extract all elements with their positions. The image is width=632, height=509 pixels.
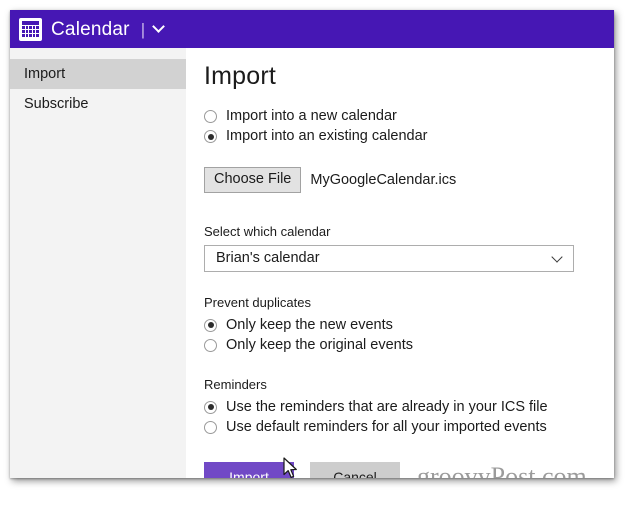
window-body: Import Subscribe Import Import into a ne… [10, 48, 614, 478]
calendar-select-label: Select which calendar [204, 223, 331, 239]
radio-use-default-reminders[interactable]: Use default reminders for all your impor… [204, 418, 614, 437]
chevron-down-icon[interactable] [552, 252, 564, 264]
reminders-label: Reminders [204, 376, 267, 392]
sidebar-item-import[interactable]: Import [10, 59, 186, 89]
radio-label: Use default reminders for all your impor… [226, 418, 547, 435]
app-title: Calendar [51, 18, 130, 40]
calendar-select-group: Select which calendar Brian's calendar [204, 225, 614, 272]
radio-icon-selected[interactable] [204, 130, 217, 143]
watermark: groovyPost.com [417, 461, 587, 478]
radio-label: Only keep the original events [226, 336, 413, 353]
radio-keep-original-events[interactable]: Only keep the original events [204, 336, 614, 355]
calendar-icon-header [22, 21, 39, 25]
radio-label: Import into a new calendar [226, 108, 397, 125]
title-separator: | [140, 19, 146, 39]
main-content: Import Import into a new calendar Import… [186, 48, 614, 478]
calendar-icon [19, 17, 42, 41]
radio-import-existing-calendar[interactable]: Import into an existing calendar [204, 127, 614, 146]
radio-keep-new-events[interactable]: Only keep the new events [204, 316, 614, 335]
window-titlebar: Calendar | [10, 10, 614, 48]
radio-icon[interactable] [204, 338, 217, 352]
radio-use-ics-reminders[interactable]: Use the reminders that are already in yo… [204, 398, 614, 417]
radio-icon-selected[interactable] [204, 400, 217, 414]
screen: Calendar | Import Subscribe Import Impor… [0, 0, 632, 509]
radio-icon[interactable] [204, 420, 217, 434]
cancel-button[interactable]: Cancel [310, 461, 400, 478]
duplicates-label: Prevent duplicates [204, 294, 311, 310]
destination-radio-group: Import into a new calendar Import into a… [204, 107, 614, 146]
selected-file-name: MyGoogleCalendar.ics [310, 171, 457, 188]
calendar-import-window: Calendar | Import Subscribe Import Impor… [10, 10, 614, 478]
calendar-select-value: Brian's calendar [216, 249, 320, 266]
action-buttons: Import Cancel groovyPost.com [204, 461, 614, 478]
sidebar: Import Subscribe [10, 48, 186, 478]
radio-import-new-calendar[interactable]: Import into a new calendar [204, 107, 614, 126]
radio-icon[interactable] [204, 110, 217, 123]
file-picker-row: Choose File MyGoogleCalendar.ics [204, 167, 614, 193]
radio-label: Import into an existing calendar [226, 128, 428, 145]
choose-file-button[interactable]: Choose File [204, 167, 302, 193]
radio-label: Only keep the new events [226, 316, 393, 333]
radio-icon-selected[interactable] [204, 318, 217, 332]
import-button[interactable]: Import [204, 461, 294, 478]
calendar-icon-grid [22, 25, 39, 37]
sidebar-item-subscribe[interactable]: Subscribe [10, 89, 186, 119]
sidebar-item-label: Import [24, 66, 66, 82]
chevron-down-icon[interactable] [153, 21, 165, 33]
calendar-select[interactable]: Brian's calendar [204, 244, 574, 272]
sidebar-item-label: Subscribe [24, 96, 89, 112]
page-title: Import [204, 62, 277, 90]
radio-label: Use the reminders that are already in yo… [226, 398, 548, 415]
reminders-group: Reminders Use the reminders that are alr… [204, 378, 614, 437]
duplicates-group: Prevent duplicates Only keep the new eve… [204, 296, 614, 355]
